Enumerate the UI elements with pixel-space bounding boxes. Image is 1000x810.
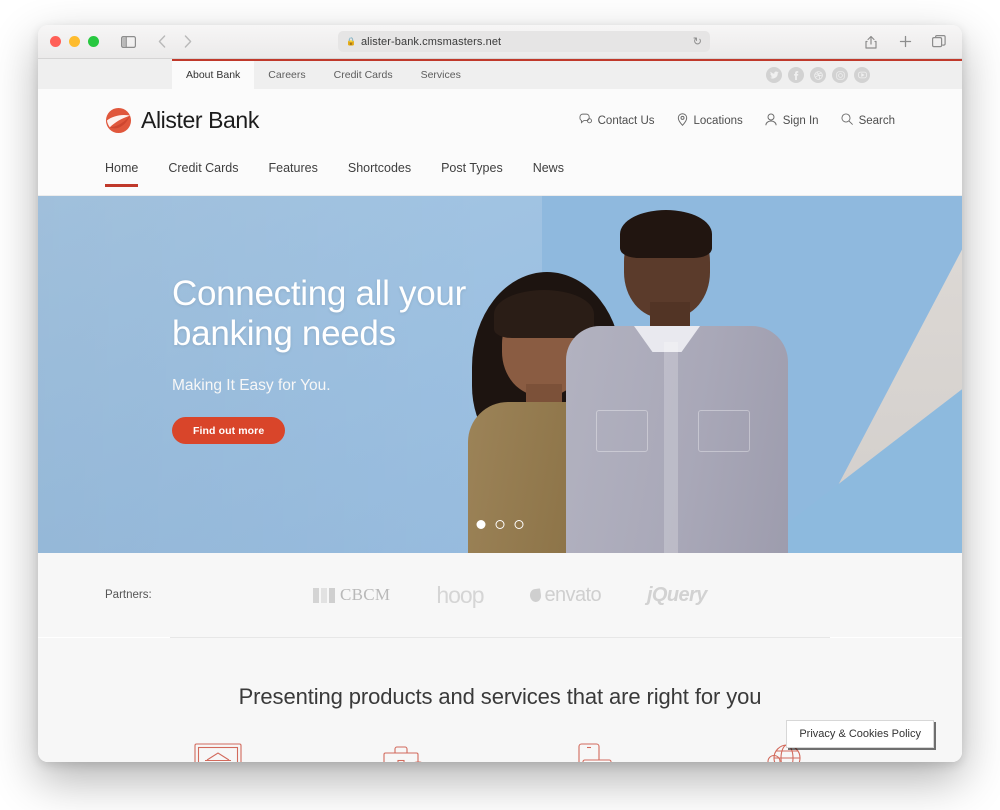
minimize-window-button[interactable] [69, 36, 80, 47]
header-top-row: Alister Bank Contact Us Locations Sign I… [105, 89, 895, 152]
topbar-menu: About Bank Careers Credit Cards Services [172, 61, 475, 89]
map-pin-icon [677, 112, 688, 129]
nav-item-label: News [532, 161, 564, 175]
reload-icon[interactable]: ↻ [693, 35, 702, 48]
cbcm-logo[interactable]: CBCM [313, 585, 390, 605]
toolbar-right-controls [860, 32, 950, 52]
nav-item-home[interactable]: Home [105, 161, 139, 187]
utility-item-label: Search [858, 114, 895, 127]
facebook-icon[interactable] [788, 67, 804, 83]
topbar-item-label: Services [420, 69, 461, 81]
envato-leaf-icon [528, 587, 542, 603]
back-arrow-icon[interactable] [151, 32, 173, 52]
tab-overview-icon[interactable] [928, 32, 950, 52]
carousel-dot-1[interactable] [476, 520, 486, 529]
carousel-dot-3[interactable] [514, 520, 524, 529]
utility-item-sign-in[interactable]: Sign In [765, 113, 819, 129]
main-navigation: Home Credit Cards Features Shortcodes Po… [105, 152, 895, 195]
nav-item-credit-cards[interactable]: Credit Cards [168, 161, 238, 187]
address-bar[interactable]: 🔒 alister-bank.cmsmasters.net ↻ [338, 31, 710, 52]
products-icon-row [190, 740, 810, 762]
carousel-dots [476, 520, 524, 529]
plus-icon[interactable] [894, 32, 916, 52]
search-icon [841, 113, 853, 128]
nav-item-news[interactable]: News [533, 161, 564, 187]
jquery-logo-text: jQuery [646, 583, 707, 606]
site-top-bar: About Bank Careers Credit Cards Services [38, 59, 962, 89]
products-section-title: Presenting products and services that ar… [238, 684, 762, 709]
cbcm-bars-icon [313, 587, 335, 603]
partners-logos: CBCM hoop envato jQuery [305, 582, 895, 609]
utility-item-label: Contact Us [597, 114, 655, 127]
utility-item-locations[interactable]: Locations [677, 112, 743, 129]
twitter-icon[interactable] [766, 67, 782, 83]
nav-item-features[interactable]: Features [269, 161, 318, 187]
page-viewport: About Bank Careers Credit Cards Services [38, 59, 962, 762]
window-traffic-lights [50, 36, 99, 47]
utility-item-search[interactable]: Search [841, 113, 895, 128]
nav-item-label: Features [268, 161, 318, 175]
utility-nav: Contact Us Locations Sign In Search [579, 112, 895, 129]
forward-arrow-icon[interactable] [177, 32, 199, 52]
instagram-icon[interactable] [832, 67, 848, 83]
utility-item-label: Sign In [782, 114, 819, 127]
lock-icon: 🔒 [346, 36, 356, 46]
hero-title: Connecting all your banking needs [172, 274, 502, 353]
mobile-card-payment-icon[interactable] [566, 740, 622, 762]
browser-toolbar: 🔒 alister-bank.cmsmasters.net ↻ [38, 25, 962, 59]
partners-label: Partners: [105, 589, 152, 601]
hero-content: Connecting all your banking needs Making… [172, 274, 502, 445]
utility-item-label: Locations [693, 114, 743, 127]
carousel-dot-2[interactable] [495, 520, 505, 529]
nav-item-label: Home [105, 161, 139, 175]
hero-carousel: Connecting all your banking needs Making… [38, 196, 962, 553]
chat-icon [579, 113, 592, 128]
site-logo-text: Alister Bank [141, 107, 259, 133]
topbar-spacer [38, 59, 172, 89]
envato-logo-text: envato [544, 583, 602, 606]
youtube-icon[interactable] [854, 67, 870, 83]
bank-on-monitor-icon[interactable] [190, 740, 246, 762]
topbar-item-label: Careers [268, 69, 306, 81]
envato-logo[interactable]: envato [528, 583, 602, 607]
user-icon [765, 113, 777, 129]
hero-title-line-2: banking needs [172, 313, 396, 353]
topbar-item-credit-cards[interactable]: Credit Cards [320, 61, 407, 89]
navigation-arrows [151, 32, 199, 52]
topbar-item-label: Credit Cards [333, 69, 393, 81]
site-logo[interactable]: Alister Bank [105, 107, 259, 134]
close-window-button[interactable] [50, 36, 61, 47]
briefcase-chart-icon[interactable] [378, 740, 434, 762]
sidebar-icon[interactable] [117, 32, 139, 52]
browser-window: 🔒 alister-bank.cmsmasters.net ↻ About Ba… [38, 25, 962, 762]
utility-item-contact-us[interactable]: Contact Us [579, 113, 655, 128]
partners-inner: Partners: CBCM hoop envato jQuery [105, 582, 895, 609]
share-icon[interactable] [860, 32, 882, 52]
cookie-policy-notice[interactable]: Privacy & Cookies Policy [786, 720, 934, 748]
hero-title-line-1: Connecting all your [172, 274, 466, 313]
nav-item-label: Credit Cards [168, 161, 239, 175]
jquery-logo[interactable]: jQuery [647, 584, 707, 607]
url-text: alister-bank.cmsmasters.net [360, 35, 502, 48]
find-out-more-button[interactable]: Find out more [172, 417, 286, 445]
alister-bank-swoosh-icon [105, 107, 132, 134]
topbar-item-about-bank[interactable]: About Bank [172, 61, 255, 89]
maximize-window-button[interactable] [88, 36, 99, 47]
topbar-item-careers[interactable]: Careers [254, 61, 319, 89]
hoop-logo[interactable]: hoop [436, 581, 484, 609]
hero-subtitle: Making It Easy for You. [172, 377, 331, 395]
nav-item-label: Shortcodes [347, 161, 412, 175]
nav-item-label: Post Types [441, 161, 503, 175]
dribbble-icon[interactable] [810, 67, 826, 83]
header-inner: Alister Bank Contact Us Locations Sign I… [105, 89, 895, 195]
hoop-logo-text: hoop [436, 581, 484, 608]
topbar-item-label: About Bank [186, 69, 241, 81]
partners-section: Partners: CBCM hoop envato jQuery [38, 553, 962, 637]
cbcm-logo-text: CBCM [340, 585, 391, 604]
nav-item-shortcodes[interactable]: Shortcodes [348, 161, 411, 187]
nav-item-post-types[interactable]: Post Types [441, 161, 503, 187]
site-header: Alister Bank Contact Us Locations Sign I… [38, 89, 962, 196]
topbar-item-services[interactable]: Services [407, 61, 475, 89]
social-links [766, 61, 962, 89]
